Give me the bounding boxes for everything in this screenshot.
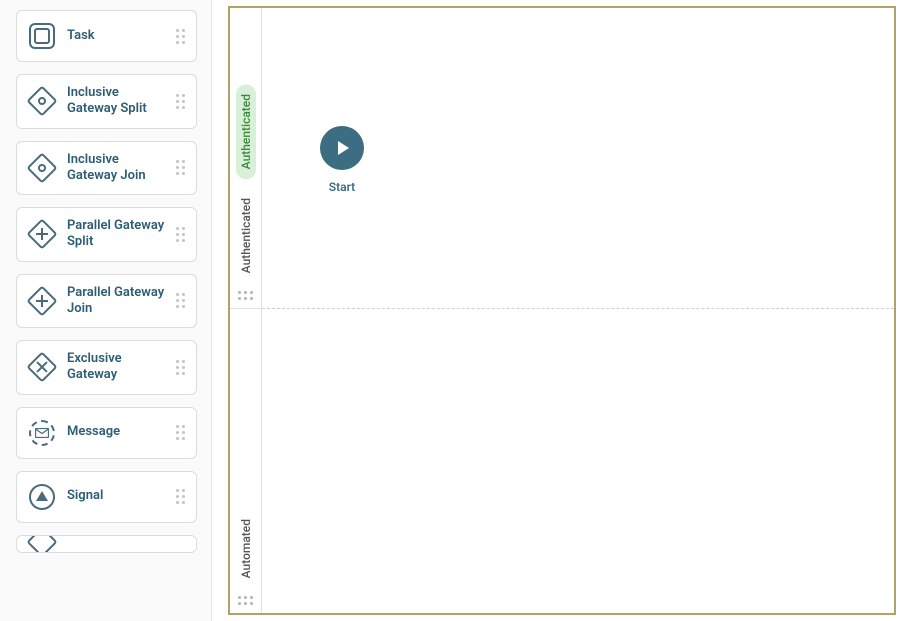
lane-label-secondary: Authenticated — [239, 198, 253, 273]
drag-handle-icon[interactable] — [174, 292, 186, 310]
start-node[interactable]: Start — [320, 126, 364, 194]
palette-item-parallel-split[interactable]: Parallel Gateway Split — [16, 207, 197, 262]
lane-label: Automated — [239, 519, 253, 578]
palette-item-cutoff[interactable] — [16, 535, 197, 553]
palette-item-label: Inclusive Gateway Join — [67, 152, 167, 185]
palette-item-signal[interactable]: Signal — [16, 471, 197, 523]
swimlane-automated[interactable]: Automated — [230, 308, 894, 613]
drag-handle-icon[interactable] — [238, 596, 253, 605]
palette-item-label: Parallel Gateway Join — [67, 285, 167, 318]
signal-icon — [27, 482, 57, 512]
lane-body[interactable] — [262, 308, 894, 613]
drag-handle-icon[interactable] — [174, 358, 186, 376]
workflow-canvas[interactable]: Authenticated Authenticated Start Automa… — [212, 0, 900, 621]
drag-handle-icon[interactable] — [174, 27, 186, 45]
drag-handle-icon[interactable] — [174, 159, 186, 177]
exclusive-gateway-icon — [27, 352, 57, 382]
palette-item-inclusive-join[interactable]: Inclusive Gateway Join — [16, 141, 197, 196]
drag-handle-icon[interactable] — [174, 225, 186, 243]
palette-item-label: Task — [67, 28, 95, 44]
palette-item-label: Message — [67, 424, 120, 440]
palette-item-label: Exclusive Gateway — [67, 351, 167, 384]
palette-item-inclusive-split[interactable]: Inclusive Gateway Split — [16, 74, 197, 129]
palette-item-parallel-join[interactable]: Parallel Gateway Join — [16, 274, 197, 329]
element-palette: Task Inclusive Gateway Split Inclusive G… — [0, 0, 212, 621]
palette-item-exclusive[interactable]: Exclusive Gateway — [16, 340, 197, 395]
inclusive-gateway-icon — [27, 86, 57, 116]
play-icon[interactable] — [320, 126, 364, 170]
palette-item-label: Signal — [67, 488, 103, 504]
start-node-label: Start — [320, 180, 364, 194]
diamond-icon — [27, 535, 57, 553]
message-icon — [27, 418, 57, 448]
drag-handle-icon[interactable] — [174, 92, 186, 110]
lane-header[interactable]: Automated — [230, 308, 262, 613]
lane-label: Authenticated — [236, 84, 256, 179]
lane-body[interactable]: Start — [262, 8, 894, 308]
swimlane-authenticated[interactable]: Authenticated Authenticated Start — [230, 8, 894, 308]
drag-handle-icon[interactable] — [174, 488, 186, 506]
inclusive-gateway-icon — [27, 153, 57, 183]
palette-item-label: Parallel Gateway Split — [67, 218, 167, 251]
task-icon — [27, 21, 57, 51]
palette-item-message[interactable]: Message — [16, 407, 197, 459]
drag-handle-icon[interactable] — [238, 291, 253, 300]
drag-handle-icon[interactable] — [174, 424, 186, 442]
palette-item-label: Inclusive Gateway Split — [67, 85, 167, 118]
lane-header[interactable]: Authenticated Authenticated — [230, 8, 262, 308]
parallel-gateway-icon — [27, 219, 57, 249]
parallel-gateway-icon — [27, 286, 57, 316]
palette-item-task[interactable]: Task — [16, 10, 197, 62]
